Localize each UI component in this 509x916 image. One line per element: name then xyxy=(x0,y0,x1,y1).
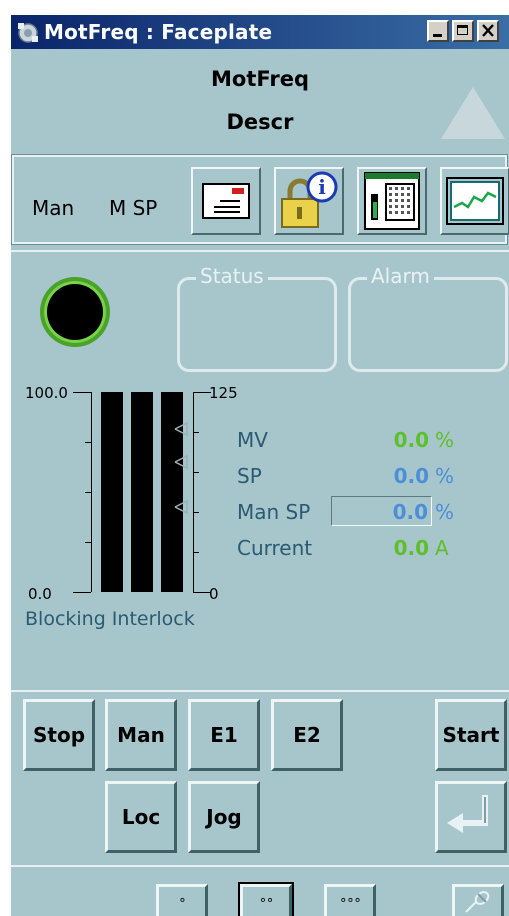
minimize-button[interactable] xyxy=(427,20,449,42)
man-sp-unit: % xyxy=(435,500,455,524)
message-button[interactable] xyxy=(191,167,261,235)
close-icon xyxy=(482,24,494,37)
left-scale-tick xyxy=(73,392,91,393)
minimize-icon xyxy=(433,34,442,37)
setpoint-source-label: M SP xyxy=(109,196,158,220)
right-scale-tick xyxy=(193,432,199,433)
lock-info-icon: i xyxy=(281,171,338,228)
pin-button[interactable] xyxy=(452,884,504,916)
right-scale-tick xyxy=(193,392,211,393)
mv-unit: % xyxy=(435,428,455,452)
right-scale-min: 0 xyxy=(209,585,219,603)
blocking-interlock-label: Blocking Interlock xyxy=(25,608,195,630)
left-scale-tick xyxy=(85,492,91,493)
left-scale-tick xyxy=(85,442,91,443)
mv-bar xyxy=(101,392,123,592)
toolbar: Man M SP i xyxy=(11,154,509,245)
view3-button[interactable]: ∘∘∘ xyxy=(324,884,376,916)
tag-description: Descr xyxy=(226,110,294,134)
right-scale-tick xyxy=(193,592,211,593)
man-sp-label: Man SP xyxy=(237,500,311,524)
left-scale-min: 0.0 xyxy=(28,585,52,603)
sp-bar xyxy=(131,392,153,592)
current-label: Current xyxy=(237,536,313,560)
left-scale-tick xyxy=(85,542,91,543)
maximize-button[interactable] xyxy=(452,20,474,42)
pin-icon xyxy=(465,891,490,913)
left-scale-max: 100.0 xyxy=(25,384,68,402)
mode-label: Man xyxy=(32,196,75,220)
command-separator xyxy=(11,690,509,692)
enter-arrow-icon xyxy=(447,795,488,833)
right-scale-max: 125 xyxy=(209,384,238,402)
parameter-view-icon xyxy=(364,172,420,230)
message-icon xyxy=(202,183,250,219)
e2-button[interactable]: E2 xyxy=(271,699,343,771)
faceplate-window: MotFreq : Faceplate MotFreq Descr Man M … xyxy=(11,15,509,916)
app-icon xyxy=(18,23,38,43)
current-unit: A xyxy=(435,536,449,560)
man-button[interactable]: Man xyxy=(105,699,177,771)
sp-unit: % xyxy=(435,464,455,488)
header-separator xyxy=(11,250,509,252)
title-bar[interactable]: MotFreq : Faceplate xyxy=(11,15,509,49)
trend-button[interactable] xyxy=(440,167,509,235)
alarm-group: Alarm xyxy=(348,264,508,372)
jog-button[interactable]: Jog xyxy=(188,781,260,853)
right-scale-tick xyxy=(193,512,199,513)
status-group-label: Status xyxy=(196,264,268,288)
right-scale-tick xyxy=(193,552,199,553)
man-sp-value: 0.0 xyxy=(392,500,428,524)
tag-name: MotFreq xyxy=(211,67,309,91)
view1-button[interactable]: ∘ xyxy=(156,884,208,916)
status-indicator-icon xyxy=(40,277,110,347)
parameter-view-button[interactable] xyxy=(357,167,427,235)
info-lock-button[interactable]: i xyxy=(274,167,344,235)
alarm-group-label: Alarm xyxy=(367,264,434,288)
right-scale-tick xyxy=(193,472,199,473)
right-scale-axis xyxy=(193,392,194,592)
left-scale-axis xyxy=(91,392,92,592)
status-group: Status xyxy=(177,264,337,372)
window-title: MotFreq : Faceplate xyxy=(44,20,273,44)
enter-button[interactable] xyxy=(435,781,507,853)
svg-text:i: i xyxy=(318,175,326,199)
view-separator xyxy=(11,865,509,867)
start-button[interactable]: Start xyxy=(435,699,507,771)
maximize-icon xyxy=(457,25,468,35)
up-triangle-icon[interactable] xyxy=(441,87,505,139)
stop-button[interactable]: Stop xyxy=(23,699,95,771)
mv-value: 0.0 xyxy=(393,428,429,452)
current-value: 0.0 xyxy=(393,536,429,560)
man-sp-input[interactable]: 0.0 xyxy=(331,496,432,526)
e1-button[interactable]: E1 xyxy=(188,699,260,771)
view2-button[interactable]: ∘∘ xyxy=(238,882,294,916)
loc-button[interactable]: Loc xyxy=(105,781,177,853)
sp-value: 0.0 xyxy=(393,464,429,488)
left-scale-tick xyxy=(73,592,91,593)
close-button[interactable] xyxy=(477,20,499,42)
sp-label: SP xyxy=(237,464,262,488)
trend-icon xyxy=(446,177,504,225)
mv-label: MV xyxy=(237,428,268,452)
setpoint-markers xyxy=(174,421,188,515)
